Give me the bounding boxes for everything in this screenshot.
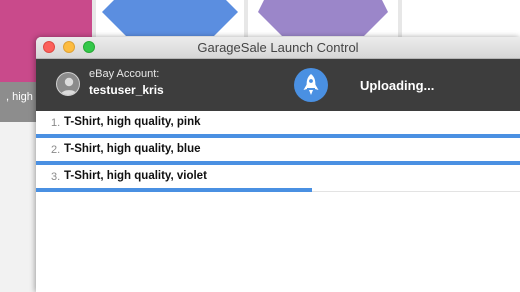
item-name: T-Shirt, high quality, violet: [64, 170, 207, 182]
bg-panel: [0, 122, 36, 292]
launch-control-window: GarageSale Launch Control eBay Account: …: [36, 37, 520, 292]
list-item: 2. T-Shirt, high quality, blue: [36, 138, 520, 165]
blue-shirt-image: [102, 0, 238, 36]
list-item: 1. T-Shirt, high quality, pink: [36, 111, 520, 138]
title-bar[interactable]: GarageSale Launch Control: [36, 37, 520, 59]
bg-product-label: , high c: [0, 82, 36, 122]
item-number: 1.: [51, 117, 61, 129]
list-item: 3. T-Shirt, high quality, violet: [36, 165, 520, 192]
item-name: T-Shirt, high quality, pink: [64, 116, 201, 128]
account-header: eBay Account: testuser_kris Uploading...: [36, 59, 520, 111]
item-number: 2.: [51, 144, 61, 156]
user-avatar-icon: [56, 72, 80, 96]
account-username: testuser_kris: [89, 83, 164, 97]
progress-bar: [36, 188, 312, 192]
item-name: T-Shirt, high quality, blue: [64, 143, 201, 155]
bg-product-label-text: , high c: [6, 91, 36, 103]
upload-status: Uploading...: [360, 78, 435, 93]
upload-list: 1. T-Shirt, high quality, pink 2. T-Shir…: [36, 111, 520, 192]
window-title: GarageSale Launch Control: [197, 40, 359, 55]
rocket-icon: [294, 68, 328, 102]
violet-shirt-image: [258, 0, 388, 36]
account-label: eBay Account:: [89, 68, 160, 80]
item-number: 3.: [51, 171, 61, 183]
